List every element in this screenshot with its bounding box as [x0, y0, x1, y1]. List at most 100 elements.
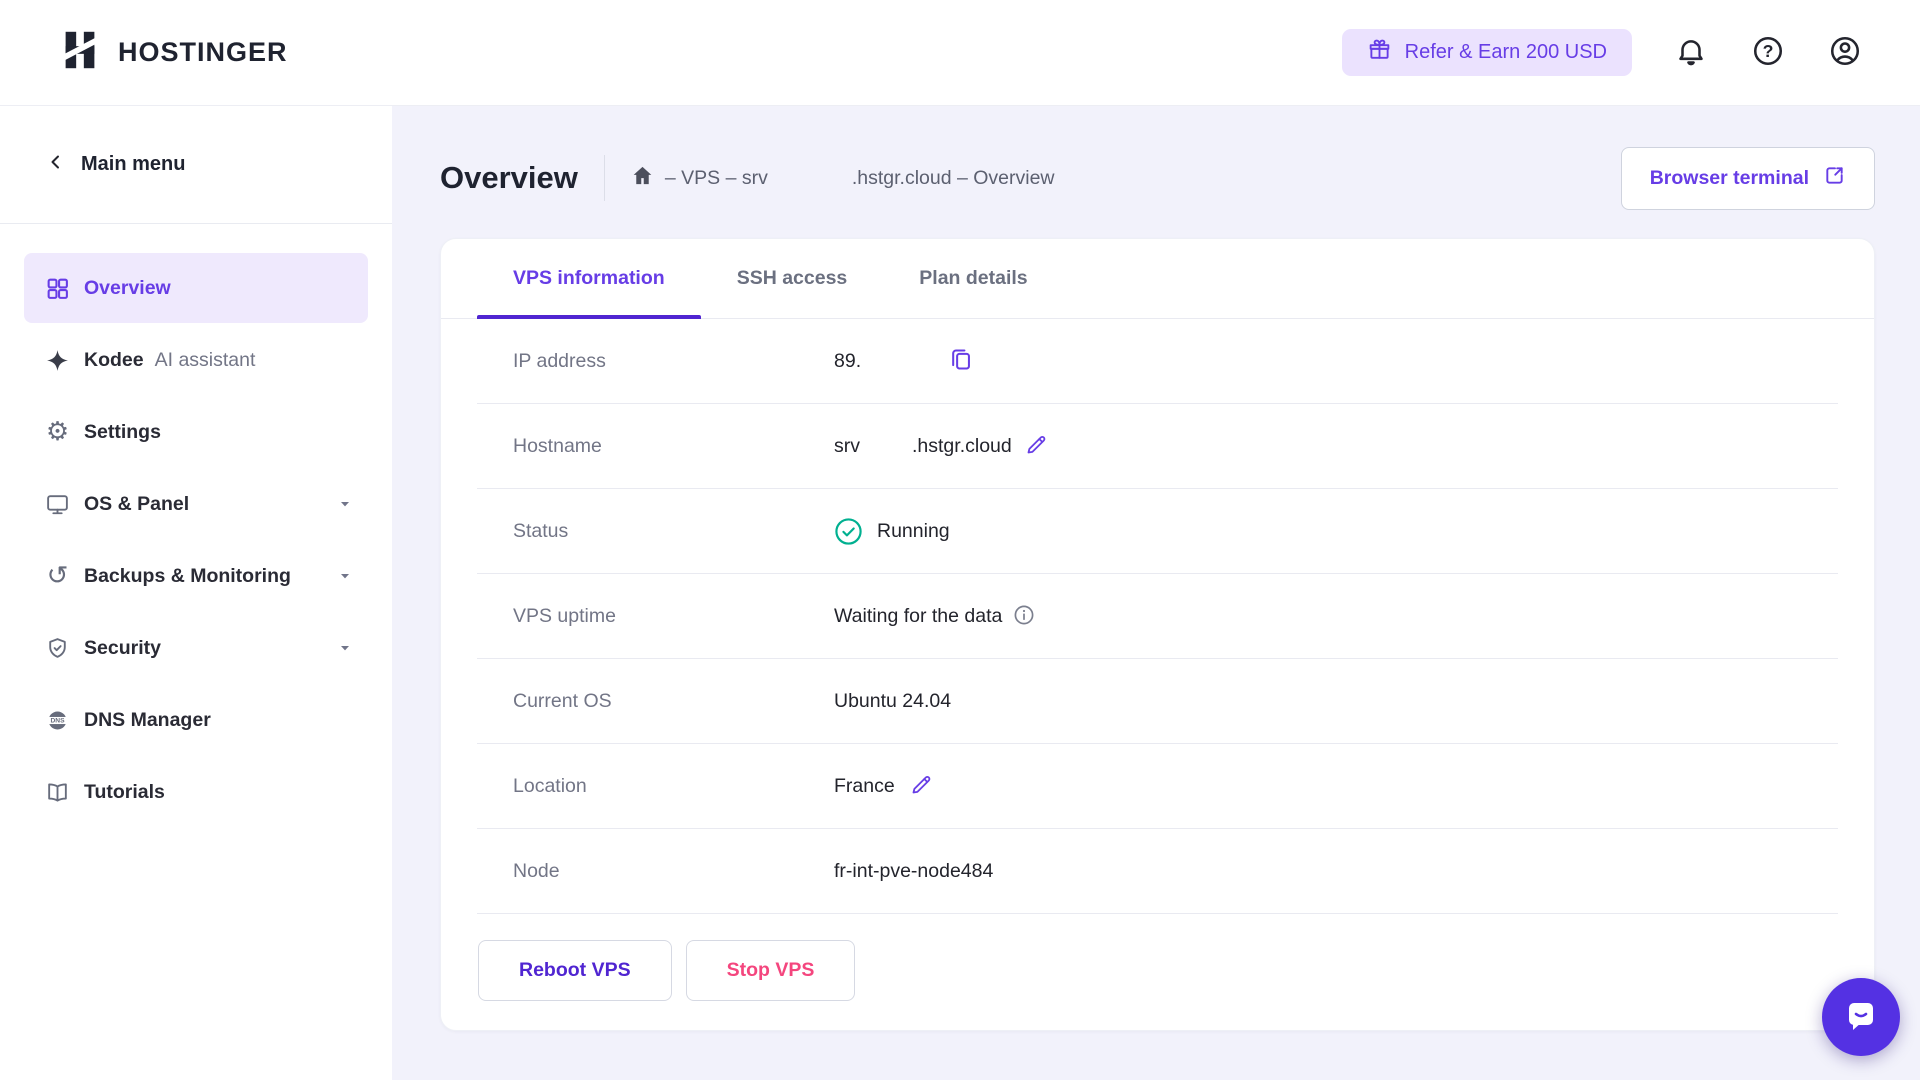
row-label: VPS uptime [513, 605, 834, 628]
sidebar-item-label: Security [84, 637, 161, 660]
sidebar-item-kodee[interactable]: Kodee AI assistant [24, 325, 368, 395]
refer-earn-button[interactable]: Refer & Earn 200 USD [1342, 29, 1632, 76]
shield-check-icon [44, 636, 71, 661]
pencil-icon [1024, 433, 1048, 460]
chat-bubble-icon [1841, 996, 1881, 1039]
row-label: Location [513, 775, 834, 798]
chevron-left-icon [48, 153, 63, 176]
row-label: Status [513, 520, 834, 543]
gear-icon: ⚙ [44, 419, 71, 445]
row-label: IP address [513, 350, 834, 373]
hostname-suffix: .hstgr.cloud [912, 435, 1012, 458]
gift-icon [1367, 37, 1392, 68]
help-button[interactable]: ? [1750, 35, 1786, 71]
sidebar-item-settings[interactable]: ⚙ Settings [24, 397, 368, 467]
edit-location-button[interactable] [909, 773, 933, 800]
node-value: fr-int-pve-node484 [834, 860, 993, 883]
tab-ssh-access[interactable]: SSH access [701, 239, 884, 318]
sidebar-item-label: Kodee [84, 349, 144, 372]
hostinger-logo-icon [57, 27, 103, 78]
dns-globe-icon: DNS [44, 708, 71, 733]
chat-launcher-button[interactable] [1822, 978, 1900, 1056]
sidebar-item-label: Backups & Monitoring [84, 565, 291, 588]
pencil-icon [909, 773, 933, 800]
breadcrumb-suffix: .hstgr.cloud – Overview [852, 167, 1055, 190]
row-label: Hostname [513, 435, 834, 458]
app-header: HOSTINGER Refer & Earn 200 USD [0, 0, 1920, 106]
tab-vps-information[interactable]: VPS information [477, 239, 701, 318]
chevron-down-icon [338, 497, 352, 511]
sidebar-item-label: Overview [84, 277, 171, 300]
location-value: France [834, 775, 895, 798]
current-os-value: Ubuntu 24.04 [834, 690, 951, 713]
back-to-main-menu[interactable]: Main menu [0, 106, 392, 224]
table-row-current-os: Current OS Ubuntu 24.04 [477, 659, 1838, 744]
page-header: Overview – VPS – srv .hstgr.cloud – Over… [392, 106, 1920, 238]
tab-plan-details[interactable]: Plan details [883, 239, 1063, 318]
sidebar-item-tutorials[interactable]: Tutorials [24, 757, 368, 827]
uptime-info-button[interactable] [1012, 603, 1036, 630]
reboot-vps-button[interactable]: Reboot VPS [478, 940, 672, 1001]
header-actions: Refer & Earn 200 USD ? [1342, 29, 1863, 76]
sidebar-item-overview[interactable]: Overview [24, 253, 368, 323]
restore-icon: ↺ [44, 563, 71, 589]
sidebar-item-dns-manager[interactable]: DNS DNS Manager [24, 685, 368, 755]
external-link-icon [1823, 164, 1846, 193]
breadcrumb: – VPS – srv .hstgr.cloud – Overview [631, 164, 1055, 193]
table-row-hostname: Hostname srv .hstgr.cloud [477, 404, 1838, 489]
brand-name: HOSTINGER [118, 37, 288, 68]
status-running-icon [834, 517, 863, 546]
ip-address-value: 89. [834, 350, 861, 373]
table-row-vps-uptime: VPS uptime Waiting for the data [477, 574, 1838, 659]
stop-vps-button[interactable]: Stop VPS [686, 940, 856, 1001]
uptime-value: Waiting for the data [834, 605, 1002, 628]
question-icon: ? [1751, 34, 1785, 71]
account-button[interactable] [1827, 35, 1863, 71]
card-footer: Reboot VPS Stop VPS [441, 914, 1874, 1001]
row-label: Current OS [513, 690, 834, 713]
table-row-ip-address: IP address 89. [477, 319, 1838, 404]
notifications-button[interactable] [1673, 35, 1709, 71]
sidebar-item-security[interactable]: Security [24, 613, 368, 683]
chevron-down-icon [338, 569, 352, 583]
home-icon [631, 164, 654, 193]
svg-text:?: ? [1763, 41, 1774, 61]
main-content: Overview – VPS – srv .hstgr.cloud – Over… [392, 106, 1920, 1080]
table-row-node: Node fr-int-pve-node484 [477, 829, 1838, 914]
monitor-icon [44, 492, 71, 517]
title-divider [604, 155, 605, 201]
browser-terminal-button[interactable]: Browser terminal [1621, 147, 1875, 210]
kodee-spark-icon [44, 348, 71, 373]
sidebar-item-label: Tutorials [84, 781, 165, 804]
chevron-down-icon [338, 641, 352, 655]
sidebar-item-os-panel[interactable]: OS & Panel [24, 469, 368, 539]
sidebar-nav: Overview Kodee AI assistant ⚙ Settings O [0, 224, 392, 827]
hostinger-logo[interactable]: HOSTINGER [57, 27, 288, 78]
copy-icon [947, 346, 974, 376]
copy-ip-button[interactable] [947, 346, 974, 376]
table-row-status: Status Running [477, 489, 1838, 574]
status-badge: Running [877, 520, 950, 543]
tab-bar: VPS information SSH access Plan details [441, 239, 1874, 319]
info-icon [1012, 603, 1036, 630]
vps-info-table: IP address 89. Hostname [477, 319, 1838, 914]
back-to-main-menu-label: Main menu [81, 153, 185, 176]
sidebar-item-label: OS & Panel [84, 493, 189, 516]
sidebar-item-label: DNS Manager [84, 709, 211, 732]
page-title: Overview [440, 160, 578, 196]
book-icon [44, 780, 71, 805]
browser-terminal-label: Browser terminal [1650, 167, 1809, 190]
dashboard-icon [44, 276, 71, 301]
row-label: Node [513, 860, 834, 883]
svg-text:DNS: DNS [50, 717, 65, 724]
vps-overview-card: VPS information SSH access Plan details … [440, 238, 1875, 1031]
sidebar-item-backups-monitoring[interactable]: ↺ Backups & Monitoring [24, 541, 368, 611]
table-row-location: Location France [477, 744, 1838, 829]
breadcrumb-prefix: – VPS – srv [665, 167, 768, 190]
bell-icon [1674, 34, 1708, 71]
edit-hostname-button[interactable] [1024, 433, 1048, 460]
account-icon [1828, 34, 1862, 71]
refer-earn-label: Refer & Earn 200 USD [1405, 41, 1607, 64]
hostname-value: srv [834, 435, 860, 458]
sidebar-item-sublabel: AI assistant [155, 349, 256, 372]
